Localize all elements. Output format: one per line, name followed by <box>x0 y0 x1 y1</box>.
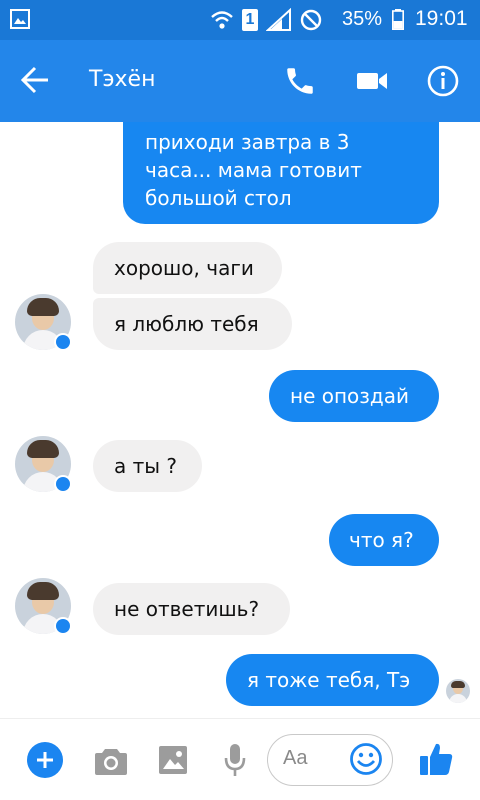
clock: 19:01 <box>415 7 468 30</box>
outgoing-message[interactable]: не опоздай <box>269 370 439 422</box>
do-not-disturb-icon <box>300 9 322 31</box>
thumbs-up-icon[interactable] <box>418 741 454 777</box>
outgoing-message[interactable]: я тоже тебя, Тэ <box>226 654 439 706</box>
camera-icon[interactable] <box>94 746 128 776</box>
outgoing-message[interactable]: приходи завтра в 3 часа... мама готовит … <box>123 122 439 224</box>
video-camera-icon[interactable] <box>355 67 389 95</box>
microphone-icon[interactable] <box>224 743 246 777</box>
message-line: большой стол <box>145 186 292 210</box>
messenger-badge-icon <box>54 475 72 493</box>
message-input-placeholder: Aa <box>283 747 308 769</box>
contact-name[interactable]: Тэхён <box>89 67 155 92</box>
status-icons: 1 <box>210 6 322 34</box>
phone-icon[interactable] <box>283 64 317 98</box>
sim-slot-badge: 1 <box>242 9 258 31</box>
message-line: приходи завтра в 3 <box>145 130 350 154</box>
message-text: я люблю тебя <box>114 312 259 336</box>
message-text: что я? <box>349 528 414 552</box>
conversation-header: Тэхён <box>0 40 480 122</box>
outgoing-message[interactable]: что я? <box>329 514 439 566</box>
plus-icon[interactable] <box>27 742 63 778</box>
image-icon[interactable] <box>158 745 188 775</box>
incoming-message[interactable]: я люблю тебя <box>93 298 292 350</box>
incoming-message[interactable]: не ответишь? <box>93 583 290 635</box>
message-text: я тоже тебя, Тэ <box>247 668 411 692</box>
message-line: часа... мама готовит <box>145 158 362 182</box>
message-input[interactable]: Aa <box>267 734 393 786</box>
read-receipt-avatar <box>446 679 470 703</box>
message-text: хорошо, чаги <box>114 256 254 280</box>
messenger-badge-icon <box>54 617 72 635</box>
message-text: а ты ? <box>114 454 178 478</box>
battery-icon <box>392 9 404 30</box>
battery-percent: 35% <box>342 8 383 30</box>
incoming-message[interactable]: а ты ? <box>93 440 202 492</box>
message-composer: Aa <box>0 718 480 800</box>
arrow-left-icon[interactable] <box>20 63 50 97</box>
gallery-notification-icon <box>10 9 30 29</box>
info-icon[interactable] <box>426 64 460 98</box>
smiley-icon[interactable] <box>349 742 383 776</box>
message-text: не ответишь? <box>114 597 260 621</box>
signal-icon <box>266 8 291 31</box>
messenger-badge-icon <box>54 333 72 351</box>
wifi-icon <box>211 11 233 29</box>
message-list[interactable]: приходи завтра в 3 часа... мама готовит … <box>0 122 480 718</box>
incoming-message[interactable]: хорошо, чаги <box>93 242 282 294</box>
message-text: не опоздай <box>290 384 410 408</box>
status-bar: 1 35% 19:01 <box>0 0 480 40</box>
